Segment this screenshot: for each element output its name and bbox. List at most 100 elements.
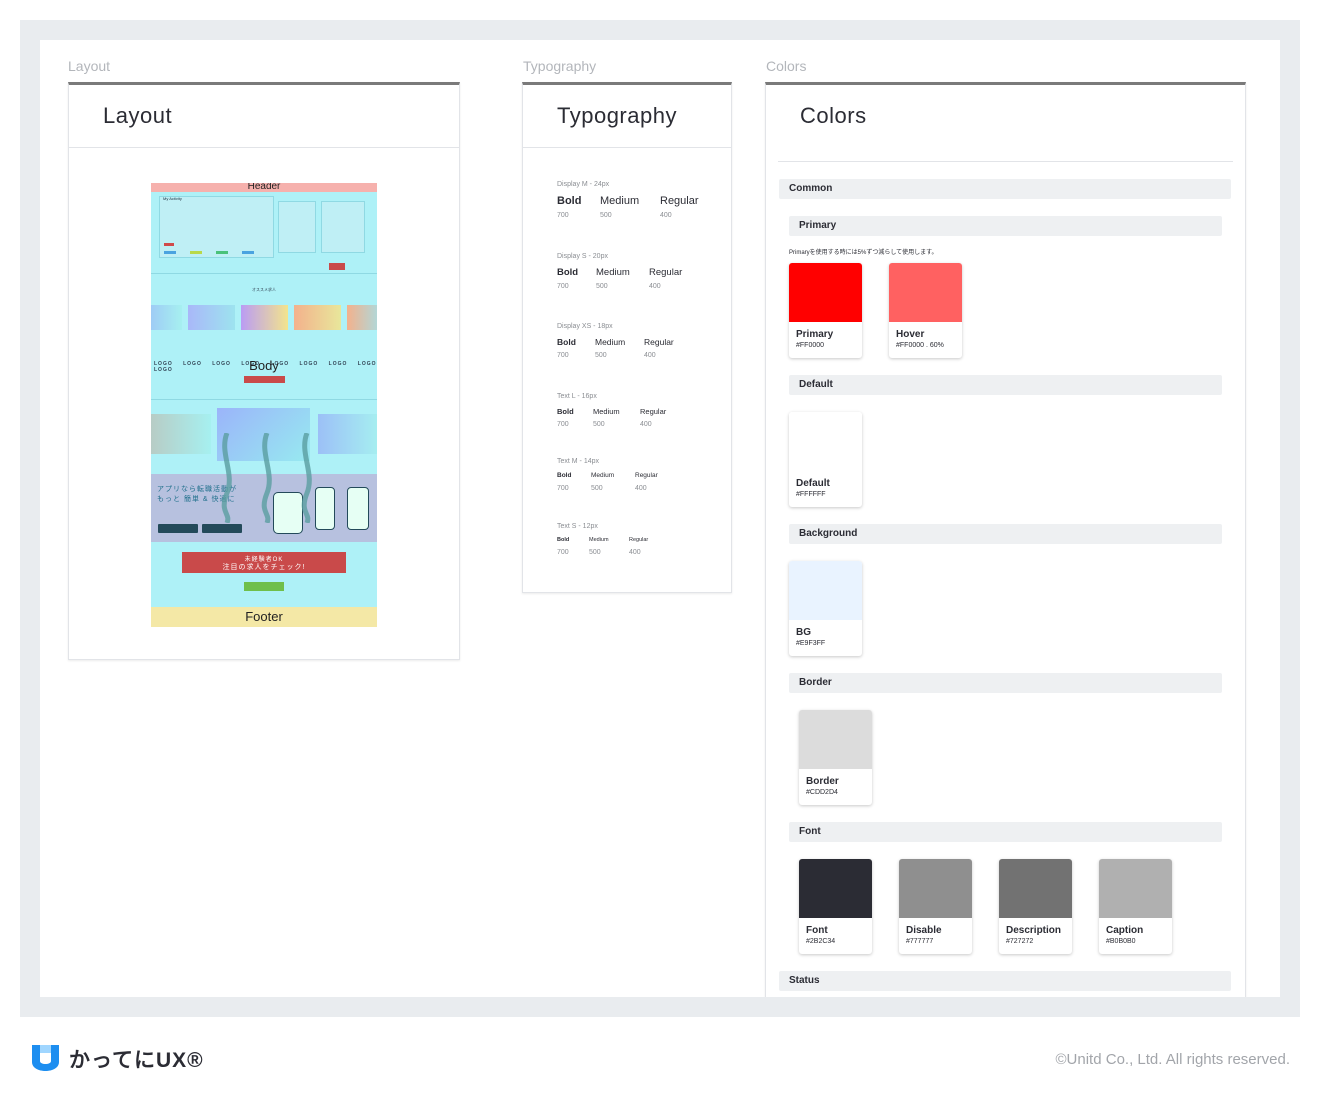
swatch-description-name: Description xyxy=(1006,925,1062,936)
typography-weight-bold: 700 xyxy=(557,351,569,359)
typography-sample-regular: Regular xyxy=(660,195,699,207)
swatch-hover[interactable]: Hover #FF0000 . 60% xyxy=(889,263,962,358)
layout-section-label: Layout xyxy=(68,58,111,74)
typography-group-label: Display S - 20px xyxy=(557,253,608,260)
design-canvas: Layout Typography Colors Layout Header M… xyxy=(40,40,1280,997)
typography-weight-bold: 700 xyxy=(557,420,569,428)
mockup-side-card-1 xyxy=(278,201,316,253)
typography-weight-bold: 700 xyxy=(557,282,569,290)
mockup-sample-1 xyxy=(151,305,182,330)
typography-weight-bold: 700 xyxy=(557,212,569,219)
colors-board-divider xyxy=(778,161,1233,162)
swatch-disable-name: Disable xyxy=(906,925,942,936)
brand-logo[interactable]: かってにUX® xyxy=(30,1043,204,1074)
typography-sample-medium: Medium xyxy=(600,195,640,207)
swatch-font-name: Font xyxy=(806,925,828,936)
mockup-phone-3 xyxy=(347,487,369,530)
swatch-default-name: Default xyxy=(796,478,830,489)
swatch-hover-fill xyxy=(889,263,962,322)
swatch-description-hex: #727272 xyxy=(1006,938,1034,945)
swatch-caption-name: Caption xyxy=(1106,925,1144,936)
typography-sample-regular: Regular xyxy=(649,267,683,278)
swatch-bg-hex: #E9F3FF xyxy=(796,640,826,647)
mockup-cta-button xyxy=(244,582,284,591)
mockup-app-download-2 xyxy=(202,524,242,533)
mockup-header-bar: Header xyxy=(151,183,377,192)
typography-sample-medium: Medium xyxy=(595,337,626,347)
typography-sample-medium: Medium xyxy=(589,537,609,543)
mockup-cta-line2: 注目の求人をチェック! xyxy=(222,564,306,571)
typography-weight-bold: 700 xyxy=(557,548,569,556)
swatch-primary-name: Primary xyxy=(796,329,834,340)
typography-sample-medium: Medium xyxy=(593,407,620,416)
typography-sample-regular: Regular xyxy=(640,407,667,416)
swatch-border-hex: #CDD2D4 xyxy=(806,789,838,796)
swatch-disable[interactable]: Disable #777777 xyxy=(899,859,972,954)
typography-sample-bold: Bold xyxy=(557,337,576,347)
swatch-hover-name: Hover xyxy=(896,329,925,340)
mockup-banner-3 xyxy=(318,414,377,454)
category-common: Common xyxy=(779,179,1231,199)
typography-sample-bold: Bold xyxy=(557,537,570,543)
layout-board[interactable]: Layout Header My Activity オススメ求人 LOGO LO… xyxy=(68,82,460,660)
typography-weight-regular: 400 xyxy=(649,282,661,290)
typography-weight-regular: 400 xyxy=(640,420,652,428)
category-default: Default xyxy=(789,375,1222,395)
typography-weight-regular: 400 xyxy=(629,548,641,556)
mockup-wave-decoration xyxy=(221,433,312,523)
swatch-primary-hex: #FF0000 xyxy=(796,342,825,349)
swatch-default-fill xyxy=(789,412,862,471)
mockup-sample-2 xyxy=(188,305,235,330)
mockup-footer-label: Footer xyxy=(245,609,283,624)
typography-sample-regular: Regular xyxy=(629,537,649,543)
typography-board-title: Typography xyxy=(557,103,677,128)
mockup-side-card-2 xyxy=(321,201,365,253)
colors-board-title: Colors xyxy=(800,103,867,128)
mockup-activity-title: My Activity xyxy=(163,196,182,201)
swatch-disable-fill xyxy=(899,859,972,918)
typography-weight-medium: 500 xyxy=(596,282,608,290)
swatch-primary[interactable]: Primary #FF0000 xyxy=(789,263,862,358)
mockup-sample-4 xyxy=(294,305,341,330)
mockup-more-button xyxy=(244,376,285,383)
layout-board-title: Layout xyxy=(103,103,173,128)
swatch-default[interactable]: Default #FFFFFF xyxy=(789,412,862,507)
colors-section-label: Colors xyxy=(766,58,807,74)
category-font: Font xyxy=(789,822,1222,842)
swatch-font[interactable]: Font #2B2C34 xyxy=(799,859,872,954)
swatch-description-fill xyxy=(999,859,1072,918)
typography-sample-bold: Bold xyxy=(557,407,574,416)
mockup-sample-5 xyxy=(347,305,377,330)
primary-note: Primaryを使用する時には5%ずつ減らして使用します。 xyxy=(789,250,938,256)
typography-weight-medium: 500 xyxy=(595,351,607,359)
swatch-border[interactable]: Border #CDD2D4 xyxy=(799,710,872,805)
swatch-caption-fill xyxy=(1099,859,1172,918)
swatch-hover-hex: #FF0000 . 60% xyxy=(896,342,944,349)
typography-sample-bold: Bold xyxy=(557,267,579,278)
layout-mockup: Header My Activity オススメ求人 LOGO LOGO LOGO… xyxy=(151,183,377,627)
typography-weight-medium: 500 xyxy=(593,420,605,428)
typography-group-label: Display M - 24px xyxy=(557,181,610,188)
typography-weight-regular: 400 xyxy=(635,484,647,492)
mockup-search-button xyxy=(329,263,345,270)
colors-board[interactable]: Colors Common Primary Primaryを使用する時には5%ず… xyxy=(765,82,1246,997)
swatch-bg[interactable]: BG #E9F3FF xyxy=(789,561,862,656)
mockup-banner-1 xyxy=(151,414,211,454)
mockup-app-download-1 xyxy=(158,524,198,533)
category-primary: Primary xyxy=(789,216,1222,236)
typography-weight-medium: 500 xyxy=(591,484,603,492)
swatch-description[interactable]: Description #727272 xyxy=(999,859,1072,954)
swatch-font-hex: #2B2C34 xyxy=(806,938,836,945)
mockup-footer-bar: Footer xyxy=(151,607,377,627)
layout-board-divider xyxy=(69,147,459,148)
mockup-header-label: Header xyxy=(247,183,281,192)
category-status: Status xyxy=(779,971,1231,991)
category-background: Background xyxy=(789,524,1222,544)
mockup-sample-3 xyxy=(241,305,288,330)
typography-board[interactable]: Typography Display M - 24px Bold 700 Medium… xyxy=(522,82,732,593)
swatch-bg-fill xyxy=(789,561,862,620)
swatch-caption[interactable]: Caption #B0B0B0 xyxy=(1099,859,1172,954)
swatch-font-fill xyxy=(799,859,872,918)
typography-sample-medium: Medium xyxy=(596,267,630,278)
category-border: Border xyxy=(789,673,1222,693)
